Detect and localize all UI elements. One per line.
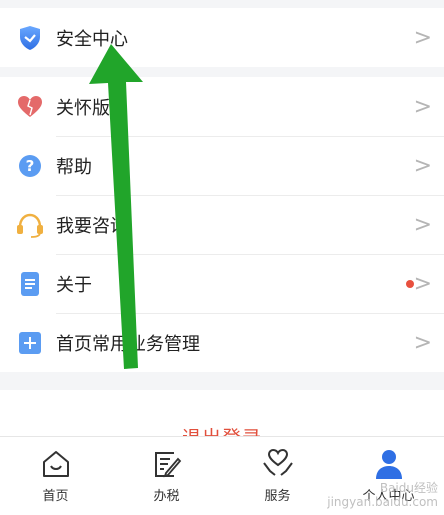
- menu-item-label: 关怀版: [56, 97, 110, 119]
- menu-item-label: 我要咨询: [56, 215, 128, 237]
- menu-group-main: 关怀版 > ? 帮助 > 我要咨询 > 关于 > 首页常用业务管理 >: [0, 77, 444, 372]
- service-heart-icon: [261, 447, 295, 481]
- heart-icon: [16, 93, 44, 121]
- svg-text:?: ?: [26, 157, 35, 175]
- menu-item-label: 帮助: [56, 156, 92, 178]
- chevron-right-icon: >: [413, 25, 432, 50]
- tab-label: 办税: [153, 489, 180, 504]
- menu-item-consult[interactable]: 我要咨询 >: [0, 195, 444, 254]
- menu-item-security-center[interactable]: 安全中心 >: [0, 8, 444, 67]
- chevron-right-icon: >: [413, 330, 432, 355]
- menu-item-label: 安全中心: [56, 28, 128, 50]
- tab-label: 服务: [264, 489, 291, 504]
- chevron-right-icon: >: [413, 212, 432, 237]
- menu-item-label: 首页常用业务管理: [56, 333, 200, 355]
- chevron-right-icon: >: [413, 94, 432, 119]
- home-icon: [39, 447, 73, 481]
- menu-item-about[interactable]: 关于 >: [0, 254, 444, 313]
- headset-icon: [16, 211, 44, 239]
- tab-home[interactable]: 首页: [0, 437, 111, 515]
- menu-item-help[interactable]: ? 帮助 >: [0, 136, 444, 195]
- menu-item-label: 关于: [56, 274, 92, 296]
- watermark: Baidu经验 jingyan.baidu.com: [327, 481, 438, 509]
- shield-icon: [16, 24, 44, 52]
- menu-item-care-version[interactable]: 关怀版 >: [0, 77, 444, 136]
- tab-label: 首页: [42, 489, 69, 504]
- tab-service[interactable]: 服务: [222, 437, 333, 515]
- tab-tax[interactable]: 办税: [111, 437, 222, 515]
- chevron-right-icon: >: [413, 271, 432, 296]
- chevron-right-icon: >: [413, 153, 432, 178]
- question-icon: ?: [16, 152, 44, 180]
- menu-group-top: 安全中心 >: [0, 8, 444, 67]
- watermark-title: Baidu经验: [379, 481, 438, 495]
- document-icon: [16, 270, 44, 298]
- tax-edit-icon: [150, 447, 184, 481]
- menu-item-homepage-business-management[interactable]: 首页常用业务管理 >: [0, 313, 444, 372]
- plus-square-icon: [16, 329, 44, 357]
- watermark-url: jingyan.baidu.com: [327, 495, 438, 509]
- person-icon: [372, 447, 406, 481]
